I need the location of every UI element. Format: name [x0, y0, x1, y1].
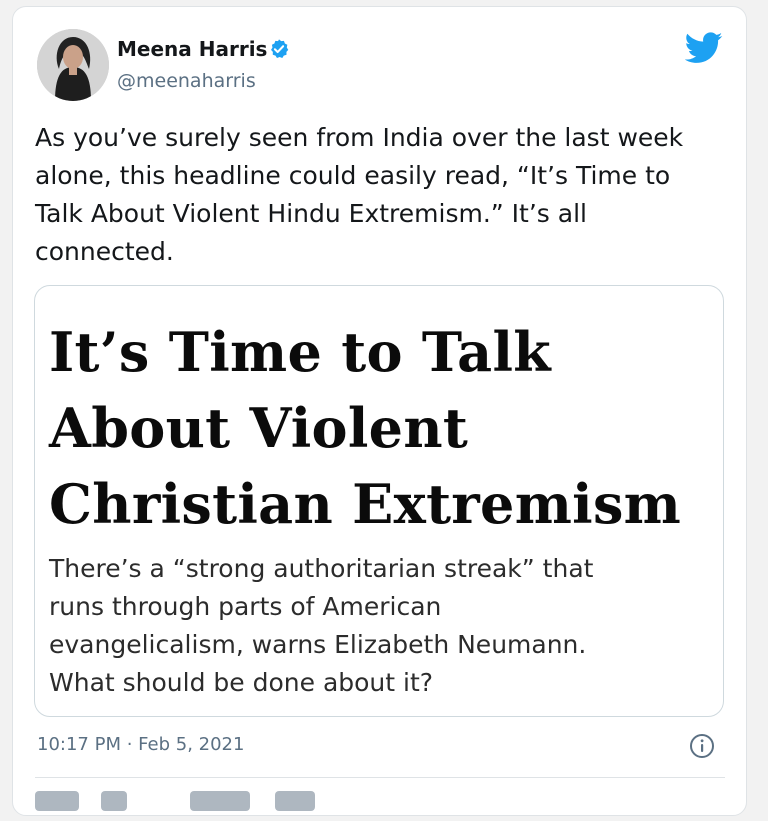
retweet-action-icon[interactable]	[190, 791, 250, 811]
info-icon[interactable]	[689, 733, 715, 759]
tweet-text-line: As you’ve surely seen from India over th…	[35, 123, 684, 152]
tweet-text-line: connected.	[35, 237, 174, 266]
embed-description-line: runs through parts of American	[49, 592, 442, 621]
embed-description-line: What should be done about it?	[49, 668, 434, 697]
embed-headline-line: Christian Extremism	[49, 472, 682, 536]
avatar[interactable]	[37, 29, 109, 101]
reply-action-icon[interactable]	[35, 791, 79, 811]
reply-count	[101, 791, 127, 811]
author-handle[interactable]: @meenaharris	[117, 70, 256, 92]
embed-headline: It’s Time to Talk About Violent Christia…	[49, 314, 719, 542]
embed-description: There’s a “strong authoritarian streak” …	[49, 550, 709, 702]
embed-headline-line: It’s Time to Talk	[49, 320, 551, 384]
avatar-image	[37, 29, 109, 101]
tweet-action-bar	[35, 791, 725, 821]
twitter-bird-icon[interactable]	[685, 31, 723, 65]
embed-headline-line: About Violent	[49, 396, 469, 460]
tweet-text-line: alone, this headline could easily read, …	[35, 161, 671, 190]
embedded-link-card[interactable]: It’s Time to Talk About Violent Christia…	[34, 285, 724, 717]
author-name[interactable]: Meena Harris	[117, 37, 267, 61]
like-action-icon[interactable]	[275, 791, 315, 811]
embed-description-line: evangelicalism, warns Elizabeth Neumann.	[49, 630, 587, 659]
embed-description-line: There’s a “strong authoritarian streak” …	[49, 554, 594, 583]
divider	[35, 777, 725, 778]
tweet-text-line: Talk About Violent Hindu Extremism.” It’…	[35, 199, 587, 228]
tweet-timestamp[interactable]: 10:17 PM · Feb 5, 2021	[37, 734, 244, 755]
tweet-card: Meena Harris @meenaharris As you’ve sure…	[12, 6, 747, 816]
verified-badge-icon	[271, 39, 289, 58]
tweet-text: As you’ve surely seen from India over th…	[35, 119, 735, 271]
